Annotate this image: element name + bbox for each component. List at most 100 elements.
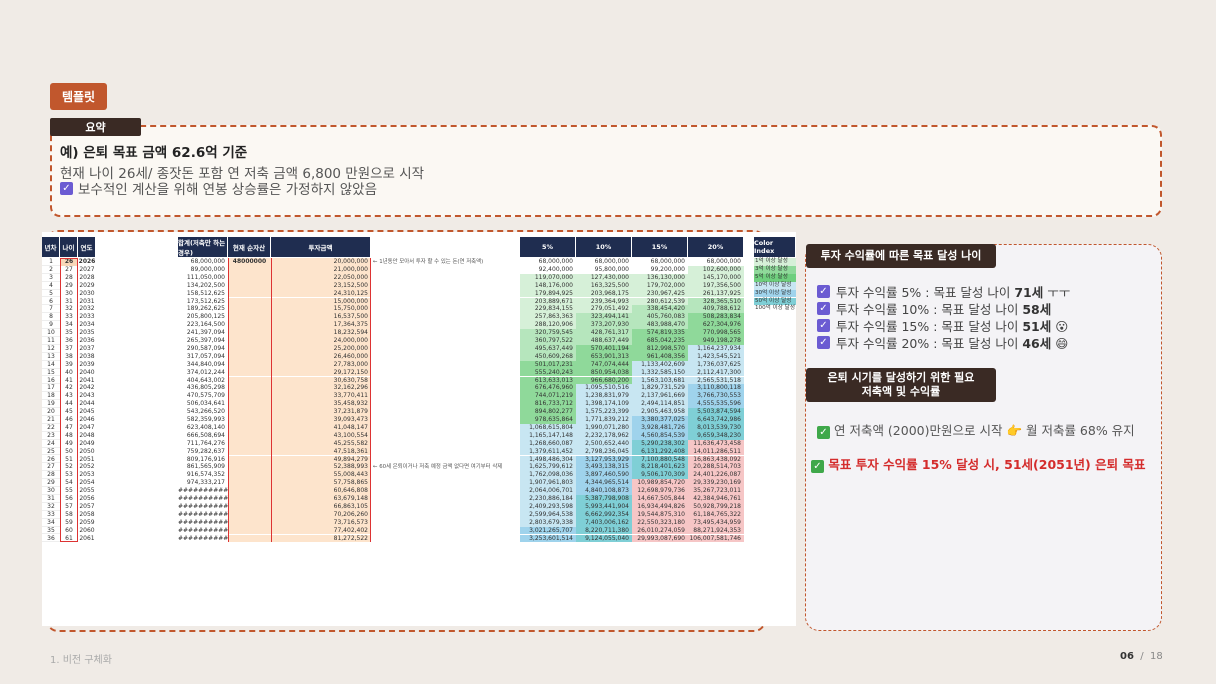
- cell-year-no: 4: [42, 282, 60, 290]
- cell-total: 916,574,352: [186, 471, 225, 479]
- cell-return-r15: 405,760,083: [632, 313, 688, 322]
- color-index-item: 3억 이상 달성: [754, 265, 796, 274]
- cell-return-r15: 12,698,979,736: [632, 487, 688, 495]
- cell-return-r15: 812,998,570: [632, 344, 688, 353]
- cell-return-r15: 4,560,854,539: [632, 431, 688, 440]
- cell-total: 241,397,094: [186, 329, 225, 337]
- cell-total: 436,805,298: [186, 384, 225, 392]
- cell-year: 2032: [79, 305, 95, 313]
- cell-return-r20: 409,788,612: [688, 305, 744, 314]
- cell-return-r5: 2,064,006,701: [520, 487, 576, 495]
- cell-return-r5: 288,120,906: [520, 321, 576, 330]
- cell-return-r10: 279,051,492: [576, 305, 632, 314]
- cell-year-no: 6: [42, 298, 60, 306]
- cell-return-r10: 373,207,930: [576, 321, 632, 330]
- cell-year-no: 26: [42, 456, 60, 464]
- page-number: 06 / 18: [1120, 651, 1163, 662]
- cell-total: 223,164,500: [186, 321, 225, 329]
- cell-total: 317,057,094: [186, 352, 225, 360]
- goal-savings: ✓ 연 저축액 (2000)만원으로 시작 👉 월 저축률 68% 유지: [817, 423, 1157, 439]
- cell-total: 158,512,625: [186, 289, 225, 297]
- cell-return-r20: 5,503,874,594: [688, 408, 744, 416]
- cell-return-r20: 1,736,037,625: [688, 360, 744, 369]
- cell-total: 582,359,993: [186, 416, 225, 423]
- cell-return-r5: 119,070,000: [520, 273, 576, 282]
- cell-year-no: 1: [42, 258, 60, 266]
- footer-section: 1. 비전 구체화: [50, 655, 112, 666]
- color-index-item: 1억 이상 달성: [754, 258, 796, 266]
- cell-return-r5: 1,625,799,612: [520, 463, 576, 472]
- cell-return-r5: 501,017,231: [520, 360, 576, 369]
- result-tag: 투자 수익률에 따른 목표 달성 나이: [806, 244, 996, 268]
- cell-return-r10: 2,500,652,440: [576, 439, 632, 448]
- cell-year-no: 22: [42, 424, 60, 432]
- cell-return-r5: 450,609,268: [520, 352, 576, 361]
- cell-return-r15: 26,010,274,059: [632, 526, 688, 535]
- cell-year-no: 21: [42, 416, 60, 424]
- cell-year: 2040: [79, 368, 95, 376]
- cell-year-no: 8: [42, 313, 60, 322]
- cell-total: 374,012,244: [186, 368, 225, 376]
- cell-return-r10: 3,897,460,590: [576, 471, 632, 480]
- cell-total: 68,000,000: [190, 258, 225, 265]
- summary-line-goal: 예) 은퇴 목표 금액 62.6억 기준: [60, 145, 248, 161]
- cell-total: 543,266,520: [186, 408, 225, 416]
- cell-return-r5: 1,068,615,804: [520, 423, 576, 432]
- cell-total: ##########: [178, 510, 228, 518]
- cell-return-r20: 42,384,946,761: [688, 495, 744, 503]
- cell-return-r10: 323,494,141: [576, 313, 632, 322]
- color-index-item: 30억 이상 달성: [754, 289, 796, 298]
- checkbox-icon: ✓: [60, 181, 73, 195]
- cell-return-r20: 3,766,730,553: [688, 392, 744, 401]
- cell-return-r15: 280,612,539: [632, 297, 688, 306]
- cell-return-r5: 148,176,000: [520, 281, 576, 290]
- cell-return-r10: 1,990,071,280: [576, 423, 632, 432]
- cell-return-r15: 483,988,470: [632, 321, 688, 330]
- column-header: 연도: [78, 237, 96, 257]
- column-header: 년차: [42, 237, 60, 257]
- spreadsheet: 년차 나이 연도 합계(저축만 하는 경우) 현재 순자산 투자금액 5% 10% 15% 20%…: [42, 232, 796, 626]
- cell-year: 2050: [79, 447, 95, 455]
- cell-return-r15: 3,380,377,025: [632, 416, 688, 424]
- cell-return-r5: 2,230,886,184: [520, 495, 576, 503]
- cell-year-no: 12: [42, 345, 60, 353]
- cell-return-r10: 966,680,200: [576, 376, 632, 385]
- cell-return-r20: 73,495,434,959: [688, 518, 744, 527]
- cell-return-r20: 145,170,000: [688, 273, 744, 282]
- cell-return-r5: 1,268,660,087: [520, 439, 576, 448]
- cell-return-r15: 338,454,420: [632, 305, 688, 314]
- cell-return-r20: 1,423,545,521: [688, 352, 744, 361]
- cell-return-r5: 203,889,671: [520, 297, 576, 306]
- cell-return-r10: 1,238,831,979: [576, 392, 632, 401]
- cell-total: 111,050,000: [186, 273, 225, 281]
- cell-return-r15: 1,332,585,150: [632, 368, 688, 377]
- cell-total: 759,282,637: [186, 447, 225, 455]
- cell-return-r10: 6,662,992,354: [576, 510, 632, 519]
- cell-return-r15: 1,563,103,681: [632, 376, 688, 385]
- cell-year: 2045: [79, 408, 95, 416]
- cell-total: ##########: [178, 534, 228, 542]
- cell-return-r5: 613,633,013: [520, 376, 576, 385]
- cell-total: 861,565,909: [186, 463, 225, 471]
- column-header: 5%: [520, 237, 576, 257]
- cell-total: 205,800,125: [186, 313, 225, 321]
- cell-return-r10: 163,325,500: [576, 281, 632, 290]
- cell-return-r15: 5,290,238,302: [632, 439, 688, 448]
- cell-return-r5: 3,021,265,707: [520, 526, 576, 535]
- cell-year: 2030: [79, 289, 95, 297]
- cell-year: 2031: [79, 297, 95, 305]
- cell-return-r20: 1,164,237,934: [688, 344, 744, 353]
- cell-return-r5: 1,379,611,452: [520, 447, 576, 456]
- cell-return-r20: 29,339,230,169: [688, 479, 744, 488]
- cell-total: 173,512,625: [186, 297, 225, 305]
- cell-year-no: 11: [42, 337, 60, 345]
- checkbox-icon: ✓: [817, 336, 830, 349]
- column-header: 20%: [688, 237, 744, 257]
- cell-total: 189,262,625: [186, 305, 225, 313]
- cell-return-r20: 8,013,539,730: [688, 423, 744, 432]
- cell-return-r15: 68,000,000: [632, 258, 688, 266]
- cell-return-r15: 6,131,292,408: [632, 447, 688, 456]
- cell-return-r5: 360,797,522: [520, 337, 576, 345]
- cell-return-r5: 68,000,000: [520, 258, 576, 266]
- cell-return-r15: 10,989,854,720: [632, 479, 688, 488]
